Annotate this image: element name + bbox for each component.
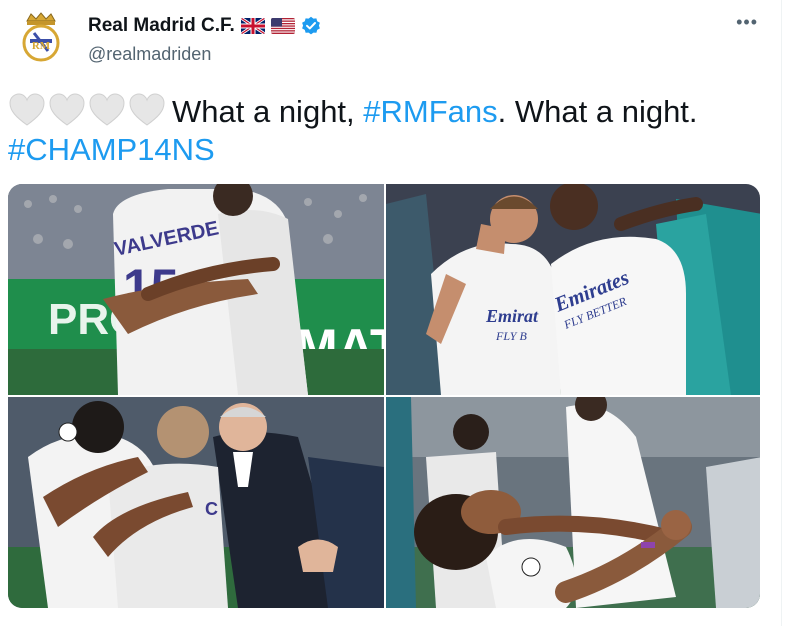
white-heart-icon [89, 93, 125, 126]
us-flag-icon [270, 18, 295, 34]
white-heart-icon [129, 93, 165, 126]
tweet-text-part1: What a night, [172, 94, 364, 129]
sponsor-small-2: FLY B [495, 329, 527, 343]
photo-marcelo-celebrates[interactable] [386, 397, 760, 608]
uk-flag-icon [240, 18, 265, 34]
more-options-button[interactable]: ••• [736, 12, 758, 33]
tweet-text-part2: . What a night. [497, 94, 698, 129]
account-handle[interactable]: @realmadriden [88, 44, 211, 65]
timeline-border [781, 0, 782, 626]
tweet-media-grid: PRO MAT, VALVERDE 15 Emirat FLY B [8, 184, 760, 608]
white-heart-icon [9, 93, 45, 126]
white-heart-emojis [8, 92, 166, 128]
account-name[interactable]: Real Madrid C.F. [88, 15, 235, 37]
jersey-letter: C [205, 499, 218, 519]
real-madrid-crest-icon: RM [22, 12, 60, 62]
hashtag-champ14ns-link[interactable]: #CHAMP14NS [8, 132, 215, 167]
photo-players-embrace-valverde[interactable]: PRO MAT, VALVERDE 15 [8, 184, 384, 395]
verified-badge-icon [301, 16, 321, 36]
photo-modric-vinicius-celebrate[interactable]: Emirat FLY B Emirates FLY BETTER [386, 184, 760, 395]
photo-ancelotti-hugs-players[interactable]: C [8, 397, 384, 608]
hashtag-rmfans-link[interactable]: #RMFans [363, 94, 497, 129]
account-avatar[interactable]: RM [12, 8, 70, 66]
white-heart-icon [49, 93, 85, 126]
tweet-text: What a night, #RMFans. What a night. #CHA… [8, 92, 778, 169]
sponsor-small: Emirat [485, 306, 539, 326]
svg-text:RM: RM [32, 40, 51, 52]
